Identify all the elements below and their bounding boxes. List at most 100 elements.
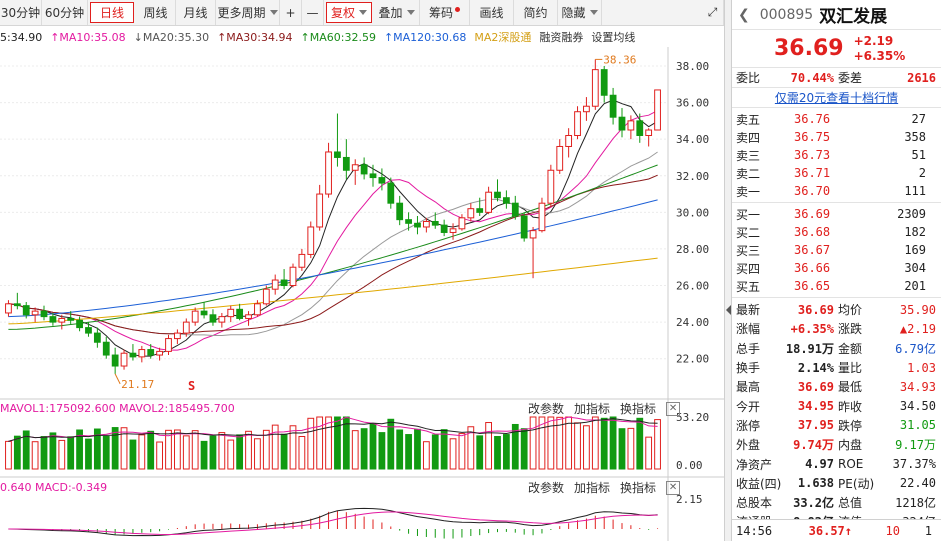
candle-body xyxy=(618,116,626,131)
volume-bar xyxy=(280,433,288,470)
stat-value: ▲2.19 xyxy=(899,321,936,336)
stat-value: 9.17万 xyxy=(895,438,936,453)
toolbar-item-1[interactable]: 60分钟 xyxy=(42,0,88,25)
volume-bar xyxy=(111,427,119,470)
volume-bar xyxy=(298,436,306,470)
stat-label: 今开 xyxy=(736,399,761,414)
ask-book: 卖五 36.76 27 卖四 36.75 358 卖三 36.73 51 卖二 36.71 2 卖一 36… xyxy=(732,108,941,203)
stat-row: 最新 36.69 均价 35.90 xyxy=(732,300,941,319)
bid-row[interactable]: 买三 36.67 169 xyxy=(732,241,941,259)
webi-value: 70.44% xyxy=(790,70,834,85)
volume-bar xyxy=(627,427,635,470)
volume-bar xyxy=(325,416,332,470)
volume-bar xyxy=(182,435,190,470)
candle-body xyxy=(334,151,341,158)
toolbar-item-label: — xyxy=(306,5,319,20)
volume-edit-params-button[interactable]: 改参数 xyxy=(528,400,564,417)
toolbar-item-10[interactable]: 筹码 xyxy=(420,0,470,25)
volume-bar xyxy=(174,429,181,470)
volume-bar xyxy=(565,416,573,470)
candle-body xyxy=(31,310,39,316)
toolbar-item-5[interactable]: 更多周期 xyxy=(216,0,280,25)
last-price: 36.69 xyxy=(774,36,844,61)
bid-row[interactable]: 买四 36.66 304 xyxy=(732,259,941,277)
volume-close-icon[interactable]: ✕ xyxy=(666,401,681,416)
toolbar-item-12[interactable]: 简约 xyxy=(514,0,558,25)
macd-switch-indicator-button[interactable]: 换指标 xyxy=(620,479,656,496)
ma-legend-item[interactable]: 融资融券 xyxy=(539,29,583,45)
candle-body xyxy=(254,303,261,316)
ma-legend-item: ↓MA20:35.30 xyxy=(133,30,210,44)
weicha-value: 2616 xyxy=(907,70,936,85)
order-volume: 201 xyxy=(904,279,926,293)
order-volume: 2309 xyxy=(897,207,926,221)
candle-body xyxy=(538,202,546,232)
volume-bar xyxy=(351,430,359,470)
toolbar-item-9[interactable]: 叠加 xyxy=(374,0,420,25)
volume-bar xyxy=(200,440,208,470)
ask-row[interactable]: 卖三 36.73 51 xyxy=(732,146,941,164)
stat-row: 涨幅 +6.35% 涨跌 ▲2.19 xyxy=(732,319,941,338)
toolbar-item-8[interactable]: 复权 xyxy=(326,2,372,23)
ma-legend-item[interactable]: MA2深股通 xyxy=(474,29,531,45)
ask-row[interactable]: 卖一 36.70 111 xyxy=(732,182,941,200)
bid-row[interactable]: 买二 36.68 182 xyxy=(732,223,941,241)
low-label: 21.17 xyxy=(121,378,154,391)
toolbar-item-label: 日线 xyxy=(99,6,124,20)
order-level-label: 买四 xyxy=(736,261,761,276)
stat-row: 总手 18.91万 金额 6.79亿 xyxy=(732,339,941,358)
order-price: 36.71 xyxy=(794,166,831,180)
weicha-label: 委差 xyxy=(838,71,863,85)
level2-promo-link[interactable]: 仅需20元查看十档行情 xyxy=(732,88,941,108)
toolbar-item-7[interactable]: — xyxy=(302,0,324,25)
toolbar-item-11[interactable]: 画线 xyxy=(470,0,514,25)
bid-row[interactable]: 买一 36.69 2309 xyxy=(732,205,941,223)
candle-body xyxy=(556,145,564,171)
kline-chart-area[interactable]: 38.00 36.00 34.00 32.00 30.00 28.00 26.00 24.00… xyxy=(0,47,724,541)
ask-row[interactable]: 卖二 36.71 2 xyxy=(732,164,941,182)
macd-add-indicator-button[interactable]: 加指标 xyxy=(574,479,610,496)
toolbar-item-4[interactable]: 月线 xyxy=(176,0,216,25)
panel-splitter[interactable] xyxy=(724,0,732,541)
toolbar-item-3[interactable]: 周线 xyxy=(136,0,176,25)
kline-chart-svg[interactable]: 38.00 36.00 34.00 32.00 30.00 28.00 26.00 24.00… xyxy=(0,47,724,541)
high-label: 38.36 xyxy=(603,53,636,66)
toolbar-item-6[interactable]: + xyxy=(280,0,302,25)
candle-body xyxy=(138,349,146,358)
volume-switch-indicator-button[interactable]: 换指标 xyxy=(620,400,656,417)
stock-name: 双汇发展 xyxy=(819,7,888,27)
candle-body xyxy=(227,308,235,318)
webi-label: 委比 xyxy=(736,71,761,85)
toolbar-item-0[interactable]: 30分钟 xyxy=(0,0,42,25)
order-price: 36.68 xyxy=(794,225,831,239)
stat-label: 涨跌 xyxy=(838,322,863,337)
volume-add-indicator-button[interactable]: 加指标 xyxy=(574,400,610,417)
ask-row[interactable]: 卖五 36.76 27 xyxy=(732,110,941,128)
order-level-label: 卖一 xyxy=(736,184,761,199)
ma-legend-item[interactable]: 设置均线 xyxy=(591,29,635,45)
macd-edit-params-button[interactable]: 改参数 xyxy=(528,479,564,496)
toolbar-item-2[interactable]: 日线 xyxy=(90,2,134,23)
volume-bar xyxy=(156,441,163,470)
candle-body xyxy=(67,317,75,321)
candle-body xyxy=(360,164,368,175)
volume-bar xyxy=(191,430,199,470)
back-chevron-icon[interactable]: ❮ xyxy=(738,7,750,23)
collapse-arrow-icon[interactable] xyxy=(726,305,731,315)
candle-body xyxy=(111,354,119,367)
toolbar-item-13[interactable]: 隐藏 xyxy=(558,0,602,25)
ask-row[interactable]: 卖四 36.75 358 xyxy=(732,128,941,146)
order-price: 36.75 xyxy=(794,130,831,144)
stat-value: 34.95 xyxy=(797,399,834,414)
dropdown-arrow-icon xyxy=(269,10,278,15)
volume-bar xyxy=(254,438,261,470)
volume-bar xyxy=(5,440,12,470)
bid-row[interactable]: 买五 36.65 201 xyxy=(732,277,941,295)
macd-close-icon[interactable]: ✕ xyxy=(666,480,681,495)
candle-body xyxy=(565,135,573,147)
toolbar-item-label: 画线 xyxy=(479,6,504,20)
stat-label: 昨收 xyxy=(838,399,863,414)
stat-value: 1218亿 xyxy=(895,496,936,511)
stat-label: 金额 xyxy=(838,341,863,356)
toolbar-item-14[interactable]: ⤢ xyxy=(702,0,724,25)
